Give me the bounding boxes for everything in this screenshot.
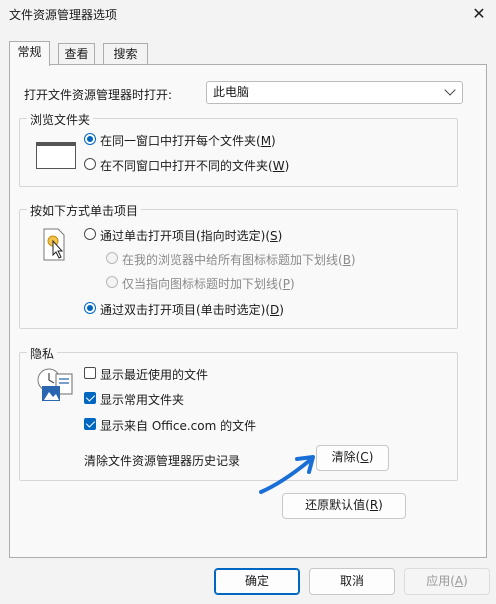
annotation-arrow [259,455,315,494]
radio-new-window[interactable] [84,158,96,170]
radio-underline-hover[interactable] [106,276,118,288]
frequent-folders-label[interactable]: 显示常用文件夹 [100,391,184,408]
tab-general[interactable]: 常规 [9,41,50,66]
radio-single-click[interactable] [84,228,96,240]
chevron-down-icon [444,84,456,96]
open-explorer-label: 打开文件资源管理器时打开: [24,88,173,102]
close-icon[interactable]: ✕ [465,2,493,26]
cancel-button[interactable]: 取消 [309,568,395,595]
clear-button[interactable]: 清除(C) [316,445,389,471]
browse-folders-legend: 浏览文件夹 [27,111,94,128]
underline-all-label[interactable]: 在我的浏览器中给所有图标标题加下划线(B) [122,251,356,268]
double-click-label[interactable]: 通过双击打开项目(单击时选定)(D) [100,301,284,318]
open-explorer-select[interactable]: 此电脑 [206,81,463,104]
office-files-label[interactable]: 显示来自 Office.com 的文件 [100,417,256,434]
click-items-legend: 按如下方式单击项目 [27,202,142,219]
recent-files-checkbox[interactable] [84,367,96,379]
tab-view[interactable]: 查看 [58,43,95,65]
office-files-checkbox[interactable] [84,418,96,430]
underline-hover-label[interactable]: 仅当指向图标标题时加下划线(P) [122,275,295,292]
ok-button[interactable]: 确定 [214,568,300,595]
apply-button[interactable]: 应用(A) [404,568,490,595]
tab-search[interactable]: 搜索 [103,43,148,65]
same-window-label[interactable]: 在同一窗口中打开每个文件夹(M) [100,132,276,149]
radio-double-click[interactable] [84,302,96,314]
window-title: 文件资源管理器选项 [9,8,118,22]
recent-files-label[interactable]: 显示最近使用的文件 [100,366,208,383]
new-window-label[interactable]: 在不同窗口中打开不同的文件夹(W) [100,157,289,174]
radio-same-window[interactable] [84,133,96,145]
privacy-legend: 隐私 [27,345,58,362]
window-icon [36,142,76,169]
open-explorer-value: 此电脑 [213,85,250,99]
privacy-icon [36,366,76,404]
single-click-label[interactable]: 通过单击打开项目(指向时选定)(S) [100,227,282,244]
browse-folders-group [19,118,458,187]
pointer-click-icon [42,228,66,261]
clear-history-label: 清除文件资源管理器历史记录 [84,454,241,468]
restore-defaults-button[interactable]: 还原默认值(R) [282,493,406,519]
radio-underline-all[interactable] [106,252,118,264]
frequent-folders-checkbox[interactable] [84,392,96,404]
